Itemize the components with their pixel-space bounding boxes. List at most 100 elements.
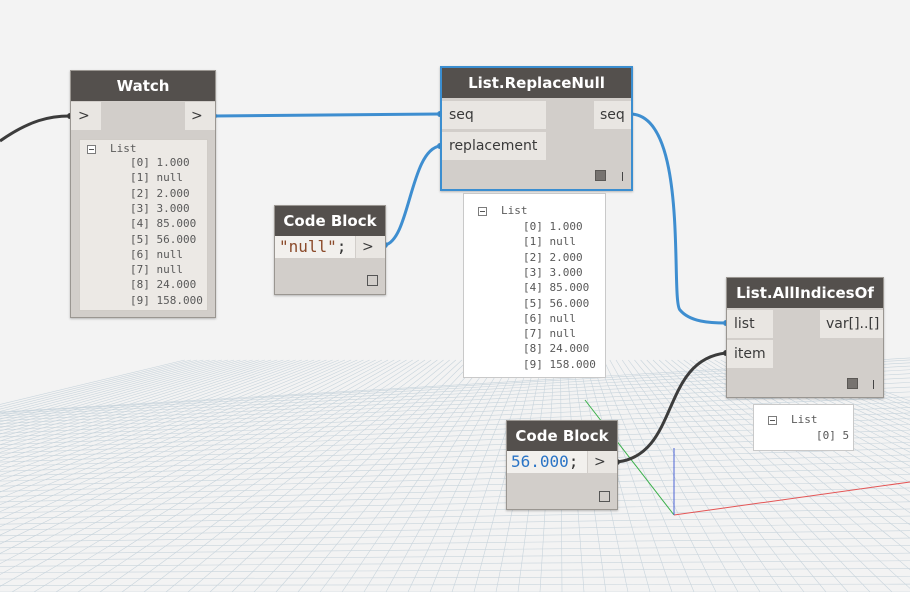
grid-line: [0, 359, 278, 449]
wire-offscreen-to-watch[interactable]: [0, 114, 71, 143]
list-label: List: [110, 142, 137, 155]
output-port[interactable]: >: [356, 236, 385, 258]
list-item-index: [1]: [130, 171, 150, 185]
list-item-index: [7]: [523, 327, 543, 341]
watch-node[interactable]: Watch > > List [0] 1.000 [1] null [2] 2.00…: [70, 70, 216, 318]
grid-line: [0, 359, 228, 423]
grid-line: [187, 359, 457, 592]
wire-replacenull-to-allindices-list[interactable]: [629, 112, 727, 325]
list-item: [4] 85.000: [130, 217, 196, 230]
grid-line: [0, 359, 364, 528]
list-item: [0] 5: [816, 429, 849, 442]
grid-line: [0, 359, 272, 445]
output-port-seq[interactable]: seq: [594, 101, 631, 129]
list-item-index: [7]: [130, 263, 150, 277]
list-item-value: null: [549, 327, 577, 341]
grid-line: [0, 359, 259, 438]
list-item: [1] null: [130, 171, 183, 184]
all-indices-of-node[interactable]: List.AllIndicesOf list item var[]..[]: [726, 277, 884, 398]
preview-toggle-icon[interactable]: [599, 491, 610, 502]
list-item-index: [0]: [816, 429, 836, 442]
input-port-item[interactable]: item: [727, 340, 773, 368]
replace-null-node[interactable]: List.ReplaceNull seq replacement seq: [440, 66, 633, 191]
grid-line: [0, 359, 216, 417]
resize-handle-icon[interactable]: [873, 380, 874, 389]
node-title: Watch: [71, 71, 215, 101]
grid-line: [0, 359, 352, 512]
code-block-null-node[interactable]: Code Block "null"; >: [274, 205, 386, 295]
node-title: List.AllIndicesOf: [727, 278, 883, 308]
wire-watch-to-replacenull-seq[interactable]: [213, 112, 441, 118]
code-editor[interactable]: "null";: [275, 236, 355, 258]
grid-line: [0, 359, 210, 415]
input-port[interactable]: >: [71, 102, 101, 130]
grid-line: [0, 568, 910, 573]
list-item-value: null: [156, 171, 184, 185]
list-item-index: [1]: [523, 235, 543, 249]
grid-line: [0, 359, 204, 412]
grid-line: [0, 359, 358, 520]
wire-codeblock-number-to-item[interactable]: [616, 351, 727, 464]
grid-line: [0, 359, 376, 545]
node-title: Code Block: [507, 421, 617, 451]
list-item-value: null: [156, 263, 184, 277]
grid-line: [0, 359, 185, 405]
list-item: [0] 1.000: [130, 156, 190, 169]
code-editor[interactable]: 56.000;: [507, 451, 587, 473]
grid-line: [0, 487, 910, 508]
preview-toggle-icon[interactable]: [847, 378, 858, 389]
grid-line: [0, 359, 383, 554]
list-header: List: [478, 204, 528, 217]
list-item-value: 56.000: [549, 296, 590, 310]
grid-line: [0, 583, 910, 586]
list-item-value: 2.000: [549, 250, 583, 264]
output-port-var[interactable]: var[]..[]: [820, 310, 883, 338]
grid-line: [33, 359, 413, 592]
grid-line: [0, 454, 910, 482]
grid-line: [363, 359, 506, 592]
grid-line: [0, 545, 910, 555]
grid-line: [121, 359, 438, 592]
list-item-value: null: [549, 311, 577, 325]
preview-toggle-icon[interactable]: [367, 275, 378, 286]
list-item: [1] null: [523, 235, 576, 248]
list-item-index: [4]: [523, 281, 543, 295]
code-block-number-node[interactable]: Code Block 56.000; >: [506, 420, 618, 510]
input-port-replacement[interactable]: replacement: [442, 132, 546, 160]
list-item-index: [9]: [130, 293, 150, 307]
wire-codeblock-to-replacement[interactable]: [384, 144, 441, 247]
list-item-index: [0]: [523, 220, 543, 233]
grid-line: [55, 359, 420, 592]
list-item-index: [9]: [523, 357, 543, 371]
list-item-index: [8]: [523, 342, 543, 356]
list-item-value: 85.000: [549, 281, 590, 295]
input-port-seq[interactable]: seq: [442, 101, 546, 129]
resize-handle-icon[interactable]: [622, 172, 623, 181]
grid-line: [0, 530, 910, 543]
grid-line: [0, 359, 253, 435]
list-item-value: null: [156, 247, 184, 261]
list-item: [7] null: [130, 263, 183, 276]
graph-canvas[interactable]: Watch > > List [0] 1.000 [1] null [2] 2.00…: [0, 0, 910, 592]
grid-line: [0, 560, 910, 567]
preview-toggle-icon[interactable]: [595, 170, 606, 181]
collapse-icon[interactable]: [87, 144, 96, 154]
output-port[interactable]: >: [185, 102, 215, 130]
collapse-icon[interactable]: [478, 206, 487, 216]
list-item-value: 24.000: [156, 278, 197, 292]
grid-line: [0, 359, 346, 506]
grid-line: [253, 359, 475, 592]
list-item: [2] 2.000: [523, 251, 583, 264]
grid-line: [297, 359, 487, 592]
grid-line: [165, 359, 450, 592]
grid-line: [0, 359, 235, 426]
grid-line: [0, 359, 192, 407]
output-port[interactable]: >: [588, 451, 617, 473]
input-port-list[interactable]: list: [727, 310, 773, 338]
grid-line: [0, 448, 910, 477]
list-item: [7] null: [523, 327, 576, 340]
grid-line: [0, 359, 389, 565]
list-item: [3] 3.000: [130, 202, 190, 215]
collapse-icon[interactable]: [768, 415, 777, 425]
grid-line: [0, 480, 910, 503]
